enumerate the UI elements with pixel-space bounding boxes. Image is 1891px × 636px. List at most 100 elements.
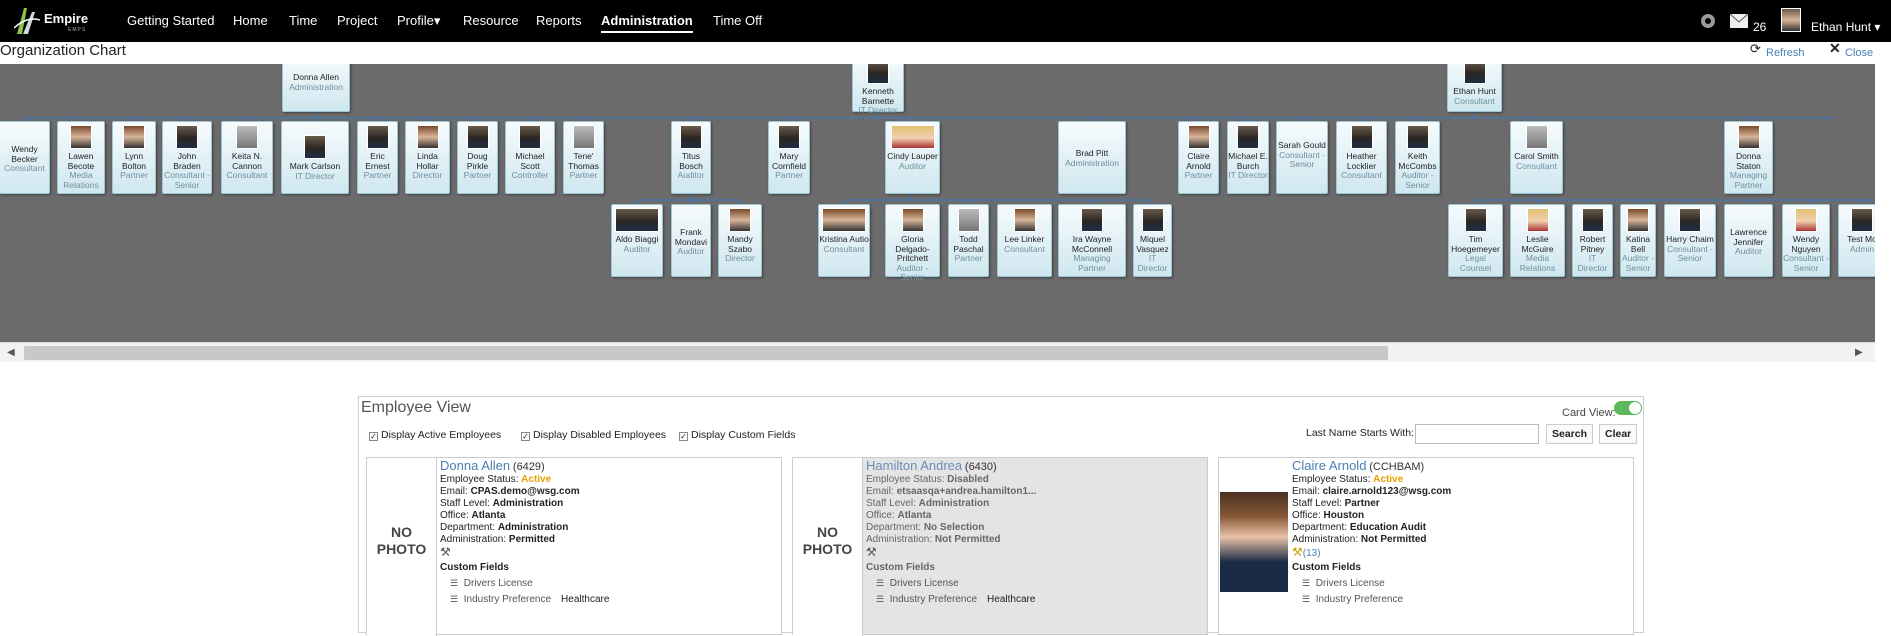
- org-card-miquel-vasquez[interactable]: Miquel Vasquez IT Director: [1133, 204, 1172, 277]
- org-card-eric-ernest[interactable]: Eric Ernest Partner: [357, 121, 398, 194]
- scrollbar-thumb[interactable]: [24, 346, 1388, 360]
- checkbox-checked-icon[interactable]: ✓: [369, 432, 378, 441]
- org-card-kenneth-barnette[interactable]: Kenneth Barnette IT Director: [852, 64, 904, 115]
- settings-gear-icon[interactable]: [1699, 12, 1717, 30]
- checkbox-checked-icon[interactable]: ✓: [521, 432, 530, 441]
- nav-getting-started[interactable]: Getting Started: [127, 13, 214, 28]
- org-card-john-braden[interactable]: John Braden Consultant - Senior: [162, 121, 212, 194]
- org-card-claire-arnold[interactable]: Claire Arnold Partner: [1178, 121, 1219, 194]
- top-nav-bar: Empire EMPS Getting Started Home Time Pr…: [0, 0, 1891, 42]
- employee-id: (CCHBAM): [1369, 461, 1425, 473]
- tools-count-link[interactable]: (13): [1303, 548, 1321, 559]
- org-card-keita-cannon[interactable]: Keita N. Cannon Consultant: [221, 121, 273, 194]
- org-card-name: Titus Bosch: [679, 151, 703, 171]
- message-count[interactable]: 26: [1753, 20, 1766, 34]
- org-card-tene-thomas[interactable]: Tene' Thomas Partner: [563, 121, 604, 194]
- employee-name-link[interactable]: Donna Allen: [440, 458, 510, 473]
- nav-reports[interactable]: Reports: [536, 13, 582, 28]
- mail-icon[interactable]: [1730, 14, 1748, 28]
- org-card-ethan-hunt[interactable]: Ethan Hunt Consultant: [1447, 64, 1502, 112]
- employee-photo: [466, 125, 489, 149]
- employee-name-link[interactable]: Hamilton Andrea: [866, 458, 962, 473]
- org-card-name: Michael Scott: [515, 151, 545, 171]
- org-card-gloria-delgado-pritchett[interactable]: Gloria Delgado-Pritchett Auditor - Senior: [885, 204, 940, 282]
- org-card-lawen-becote[interactable]: Lawen Becote Media Relations: [57, 121, 105, 194]
- checkbox-checked-icon[interactable]: ✓: [679, 432, 688, 441]
- org-card-sarah-gould[interactable]: Sarah Gould Consultant - Senior: [1276, 121, 1328, 194]
- display-custom-fields-checkbox[interactable]: ✓ Display Custom Fields: [679, 429, 795, 441]
- org-card-mark-carlson[interactable]: Mark Carlson IT Director: [281, 121, 349, 194]
- org-card-ira-mcconnell[interactable]: Ira Wayne McConnell Managing Partner: [1058, 204, 1126, 277]
- employee-card-claire-arnold[interactable]: Claire Arnold (CCHBAM) Employee Status: …: [1218, 457, 1634, 635]
- close-button[interactable]: Close: [1845, 47, 1873, 59]
- org-card-aldo-biaggi[interactable]: Aldo Biaggi Auditor: [611, 204, 663, 277]
- refresh-button[interactable]: Refresh: [1766, 47, 1805, 59]
- org-card-lynn-bolton[interactable]: Lynn Bolton Partner: [112, 121, 156, 194]
- nav-home[interactable]: Home: [233, 13, 268, 28]
- employee-photo: [176, 125, 198, 149]
- employee-name-link[interactable]: Claire Arnold: [1292, 458, 1366, 473]
- org-card-kristina-autio[interactable]: Kristina Autio Consultant: [818, 204, 870, 277]
- org-card-mandy-szabo[interactable]: Mandy Szabo Director: [718, 204, 762, 277]
- refresh-icon[interactable]: ⟳: [1750, 41, 1761, 57]
- org-card-robert-pitney[interactable]: Robert Pitney IT Director: [1572, 204, 1613, 277]
- nav-resource[interactable]: Resource: [463, 13, 519, 28]
- close-icon[interactable]: ✕: [1829, 40, 1841, 57]
- org-card-donna-staton[interactable]: Donna Staton Managing Partner: [1724, 121, 1773, 194]
- org-card-frank-mondavi[interactable]: Frank Mondavi Auditor: [671, 204, 711, 277]
- card-view-toggle[interactable]: [1614, 401, 1642, 415]
- org-card-mary-cornfield[interactable]: Mary Cornfield Partner: [768, 121, 810, 194]
- tools-icon[interactable]: ⚒: [1292, 545, 1303, 559]
- org-card-wendy-nguyen[interactable]: Wendy Nguyen Consultant - Senior: [1782, 204, 1830, 277]
- org-card-titus-bosch[interactable]: Titus Bosch Auditor: [671, 121, 711, 194]
- org-card-test-mo[interactable]: Test Mo Admin: [1838, 204, 1875, 277]
- org-card-katina-bell[interactable]: Katina Bell Auditor - Senior: [1620, 204, 1656, 277]
- org-chart-canvas[interactable]: Donna Allen Administration Kenneth Barnet…: [0, 64, 1875, 342]
- org-card-leslie-mcguire[interactable]: Leslie McGuire Media Relations: [1510, 204, 1565, 277]
- org-card-name: Michael E. Burch: [1228, 151, 1268, 171]
- nav-time-off[interactable]: Time Off: [713, 13, 762, 28]
- last-name-input[interactable]: [1415, 424, 1539, 444]
- nav-time[interactable]: Time: [289, 13, 317, 28]
- org-card-carol-smith[interactable]: Carol Smith Consultant: [1510, 121, 1563, 194]
- org-card-name: Keith McCombs: [1398, 151, 1437, 171]
- user-avatar[interactable]: [1781, 8, 1801, 32]
- scroll-right-icon[interactable]: ▶: [1855, 347, 1863, 358]
- status-label: Employee Status:: [440, 474, 519, 485]
- search-button[interactable]: Search: [1546, 424, 1594, 444]
- org-card-doug-pirkle[interactable]: Doug Pirkle Partner: [457, 121, 498, 194]
- org-chart-scrollbar[interactable]: ◀ ▶: [0, 342, 1875, 362]
- org-card-linda-hollar[interactable]: Linda Hollar Director: [405, 121, 450, 194]
- tools-icon[interactable]: ⚒: [866, 545, 877, 559]
- org-card-tim-hoegemeyer[interactable]: Tim Hoegemeyer Legal Counsel: [1448, 204, 1503, 277]
- org-card-brad-pitt[interactable]: Brad Pitt Administration: [1058, 121, 1126, 194]
- org-card-lee-linker[interactable]: Lee Linker Consultant: [997, 204, 1052, 277]
- org-card-role: Consultant - Senior: [1279, 149, 1325, 169]
- org-card-todd-paschal[interactable]: Todd Paschal Partner: [948, 204, 989, 277]
- org-card-cindy-lauper[interactable]: Cindy Lauper Auditor: [885, 121, 940, 194]
- nav-project[interactable]: Project: [337, 13, 377, 28]
- org-card-lawrence-jennifer[interactable]: Lawrence Jennifer Auditor: [1724, 204, 1773, 277]
- org-card-role: Auditor: [677, 170, 705, 180]
- org-card-wendy-becker[interactable]: Wendy Becker Consultant: [0, 121, 50, 194]
- org-card-keith-mccombs[interactable]: Keith McCombs Auditor - Senior: [1395, 121, 1440, 194]
- clear-button[interactable]: Clear: [1599, 424, 1638, 444]
- nav-administration[interactable]: Administration: [601, 13, 693, 33]
- org-card-role: Media Relations: [1519, 253, 1556, 273]
- org-card-harry-chaim[interactable]: Harry Chaim Consultant - Senior: [1664, 204, 1716, 277]
- display-active-checkbox[interactable]: ✓ Display Active Employees: [369, 429, 501, 441]
- org-card-role: IT Director: [1228, 170, 1268, 180]
- org-card-donna-allen[interactable]: Donna Allen Administration: [282, 64, 350, 112]
- user-menu[interactable]: Ethan Hunt ▾: [1811, 20, 1880, 34]
- org-card-name: Lawrence Jennifer: [1730, 227, 1767, 247]
- org-card-michael-scott[interactable]: Michael Scott Controller: [505, 121, 555, 194]
- nav-profile[interactable]: Profile▾: [397, 13, 440, 29]
- org-card-michael-burch[interactable]: Michael E. Burch IT Director: [1227, 121, 1269, 194]
- tools-icon[interactable]: ⚒: [440, 545, 451, 559]
- employee-card-donna-allen[interactable]: NO PHOTO Donna Allen (6429) Employee Sta…: [366, 457, 782, 636]
- org-card-heather-locklier[interactable]: Heather Locklier Consultant: [1336, 121, 1387, 194]
- display-disabled-checkbox[interactable]: ✓ Display Disabled Employees: [521, 429, 666, 441]
- scroll-left-icon[interactable]: ◀: [7, 347, 15, 358]
- employee-card-hamilton-andrea[interactable]: NO PHOTO Hamilton Andrea (6430) Employee…: [792, 457, 1208, 636]
- empire-logo[interactable]: Empire EMPS: [14, 6, 94, 36]
